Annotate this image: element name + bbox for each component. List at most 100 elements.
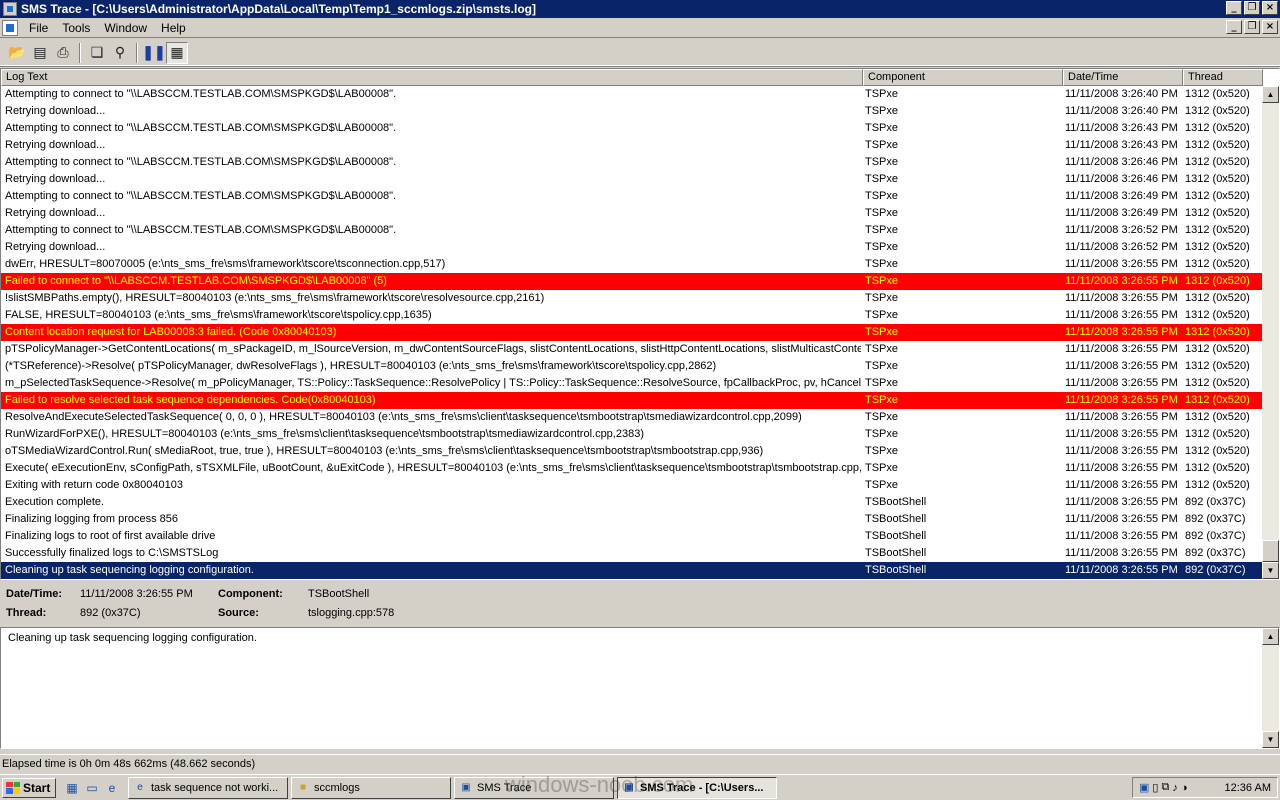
taskbar-item-smstrace[interactable]: ▣ SMS Trace	[454, 776, 614, 799]
table-row[interactable]: Finalizing logging from process 856 TSBoo…	[1, 511, 1263, 528]
columns-icon[interactable]: ▦	[166, 41, 188, 64]
scroll-down-icon[interactable]: ▼	[1262, 731, 1279, 748]
table-row[interactable]: Failed to resolve selected task sequence…	[1, 392, 1263, 409]
clock[interactable]: 12:36 AM	[1225, 782, 1271, 794]
table-row[interactable]: Retrying download... TSPxe 11/11/2008 3:26…	[1, 205, 1263, 222]
log-grid[interactable]: Log Text Component Date/Time Thread Atte…	[0, 68, 1280, 580]
table-row[interactable]: (*TSReference)->Resolve( pTSPolicyManage…	[1, 358, 1263, 375]
table-row[interactable]: oTSMediaWizardControl.Run( sMediaRoot, t…	[1, 443, 1263, 460]
scroll-up-icon[interactable]: ▲	[1262, 628, 1279, 645]
log-text-cell: Retrying download...	[5, 173, 106, 185]
server-manager-icon[interactable]: ▦	[64, 780, 80, 796]
child-close-button[interactable]: ×	[1262, 20, 1278, 34]
column-header-component[interactable]: Component	[863, 69, 1063, 86]
message-scrollbar[interactable]: ▲ ▼	[1262, 628, 1279, 748]
tray-network-icon[interactable]: ⧉	[1161, 781, 1169, 794]
log-text-cell: Successfully finalized logs to C:\SMSTSL…	[5, 547, 219, 559]
child-restore-button[interactable]: ❐	[1244, 20, 1260, 34]
component-cell: TSPxe	[865, 275, 899, 287]
component-cell: TSPxe	[865, 428, 899, 440]
log-text-cell: FALSE, HRESULT=80040103 (e:\nts_sms_fre\…	[5, 309, 432, 321]
component-cell: TSPxe	[865, 88, 899, 100]
table-row[interactable]: Content location request for LAB00008:3 …	[1, 324, 1263, 341]
table-row[interactable]: Retrying download... TSPxe 11/11/2008 3:26…	[1, 137, 1263, 154]
column-header-log-text[interactable]: Log Text	[1, 69, 863, 86]
thread-value: 892 (0x37C)	[80, 607, 141, 619]
tray-battery-icon[interactable]: ▯	[1152, 781, 1158, 794]
open-icon[interactable]: 📂	[6, 42, 28, 64]
tray-icon[interactable]: ▣	[1139, 781, 1149, 794]
column-header-datetime[interactable]: Date/Time	[1063, 69, 1183, 86]
ie-icon[interactable]: e	[104, 780, 120, 796]
show-desktop-icon[interactable]: ▭	[84, 780, 100, 796]
table-row[interactable]: RunWizardForPXE(), HRESULT=80040103 (e:\…	[1, 426, 1263, 443]
menu-tools[interactable]: Tools	[55, 21, 97, 35]
table-row[interactable]: Retrying download... TSPxe 11/11/2008 3:26…	[1, 103, 1263, 120]
thread-cell: 1312 (0x520)	[1185, 360, 1250, 372]
table-row[interactable]: Finalizing logs to root of first availab…	[1, 528, 1263, 545]
table-row[interactable]: Attempting to connect to "\\LABSCCM.TEST…	[1, 120, 1263, 137]
datetime-cell: 11/11/2008 3:26:55 PM	[1065, 462, 1178, 474]
child-minimize-button[interactable]: _	[1226, 20, 1242, 34]
restore-button[interactable]: ❐	[1244, 1, 1260, 15]
table-row[interactable]: Attempting to connect to "\\LABSCCM.TEST…	[1, 154, 1263, 171]
log-scrollbar[interactable]: ▲ ▼	[1262, 86, 1279, 579]
thread-cell: 892 (0x37C)	[1185, 564, 1246, 576]
close-button[interactable]: ×	[1262, 1, 1278, 15]
table-row[interactable]: Attempting to connect to "\\LABSCCM.TEST…	[1, 86, 1263, 103]
datetime-cell: 11/11/2008 3:26:55 PM	[1065, 258, 1178, 270]
component-cell: TSPxe	[865, 156, 899, 168]
taskbar-item-label: sccmlogs	[314, 781, 360, 794]
table-row[interactable]: Attempting to connect to "\\LABSCCM.TEST…	[1, 188, 1263, 205]
pause-icon[interactable]: ❚❚	[142, 42, 165, 64]
print-icon[interactable]: ⎙	[52, 42, 74, 64]
datetime-cell: 11/11/2008 3:26:55 PM	[1065, 275, 1178, 287]
table-row[interactable]: dwErr, HRESULT=80070005 (e:\nts_sms_fre\…	[1, 256, 1263, 273]
table-row[interactable]: Failed to connect to "\\LABSCCM.TESTLAB.…	[1, 273, 1263, 290]
message-textbox[interactable]: Cleaning up task sequencing logging conf…	[0, 627, 1280, 749]
table-row[interactable]: pTSPolicyManager->GetContentLocations( m…	[1, 341, 1263, 358]
log-text-cell: Finalizing logs to root of first availab…	[5, 530, 216, 542]
server-icon[interactable]: ▤	[29, 42, 51, 64]
scroll-thumb[interactable]	[1262, 540, 1279, 562]
source-value: tslogging.cpp:578	[308, 607, 395, 619]
table-row[interactable]: Retrying download... TSPxe 11/11/2008 3:26…	[1, 171, 1263, 188]
datetime-cell: 11/11/2008 3:26:46 PM	[1065, 173, 1178, 185]
taskbar-item-smstrace-active[interactable]: ▣ SMS Trace - [C:\Users...	[617, 776, 777, 799]
table-row[interactable]: Successfully finalized logs to C:\SMSTSL…	[1, 545, 1263, 562]
volume-icon[interactable]: ♪	[1172, 782, 1178, 794]
toolbar: 📂 ▤ ⎙ ❏ ⚲ ❚❚ ▦	[0, 40, 1280, 66]
window-titlebar[interactable]: SMS Trace - [C:\Users\Administrator\AppD…	[0, 0, 1280, 18]
datetime-cell: 11/11/2008 3:26:49 PM	[1065, 190, 1178, 202]
table-row[interactable]: !slistSMBPaths.empty(), HRESULT=80040103…	[1, 290, 1263, 307]
table-row[interactable]: Execution complete. TSBootShell 11/11/2008…	[1, 494, 1263, 511]
table-row[interactable]: Attempting to connect to "\\LABSCCM.TEST…	[1, 222, 1263, 239]
taskbar-item-browser[interactable]: e task sequence not worki...	[128, 776, 288, 799]
component-cell: TSPxe	[865, 207, 899, 219]
minimize-button[interactable]: _	[1226, 1, 1242, 15]
table-row[interactable]: ResolveAndExecuteSelectedTaskSequence( 0…	[1, 409, 1263, 426]
column-header-thread[interactable]: Thread	[1183, 69, 1263, 86]
thread-cell: 1312 (0x520)	[1185, 292, 1250, 304]
table-row[interactable]: m_pSelectedTaskSequence->Resolve( m_pPol…	[1, 375, 1263, 392]
taskbar-item-folder[interactable]: ■ sccmlogs	[291, 776, 451, 799]
copy-icon[interactable]: ❏	[86, 42, 108, 64]
tray-icon[interactable]: ◑	[1181, 782, 1188, 794]
menu-help[interactable]: Help	[154, 21, 193, 35]
scroll-up-icon[interactable]: ▲	[1262, 86, 1279, 103]
table-row[interactable]: FALSE, HRESULT=80040103 (e:\nts_sms_fre\…	[1, 307, 1263, 324]
grid-header: Log Text Component Date/Time Thread	[1, 69, 1263, 86]
datetime-cell: 11/11/2008 3:26:52 PM	[1065, 224, 1178, 236]
table-row[interactable]: Retrying download... TSPxe 11/11/2008 3:26…	[1, 239, 1263, 256]
table-row[interactable]: Execute( eExecutionEnv, sConfigPath, sTS…	[1, 460, 1263, 477]
document-icon[interactable]	[2, 19, 18, 36]
menu-window[interactable]: Window	[97, 21, 154, 35]
table-row[interactable]: Exiting with return code 0x80040103 TSPxe…	[1, 477, 1263, 494]
find-icon[interactable]: ⚲	[109, 42, 131, 64]
datetime-cell: 11/11/2008 3:26:43 PM	[1065, 122, 1178, 134]
component-cell: TSBootShell	[865, 513, 927, 525]
start-button[interactable]: Start	[2, 777, 56, 798]
menu-file[interactable]: File	[22, 21, 55, 35]
scroll-down-icon[interactable]: ▼	[1262, 562, 1279, 579]
table-row[interactable]: Cleaning up task sequencing logging conf…	[1, 562, 1263, 579]
